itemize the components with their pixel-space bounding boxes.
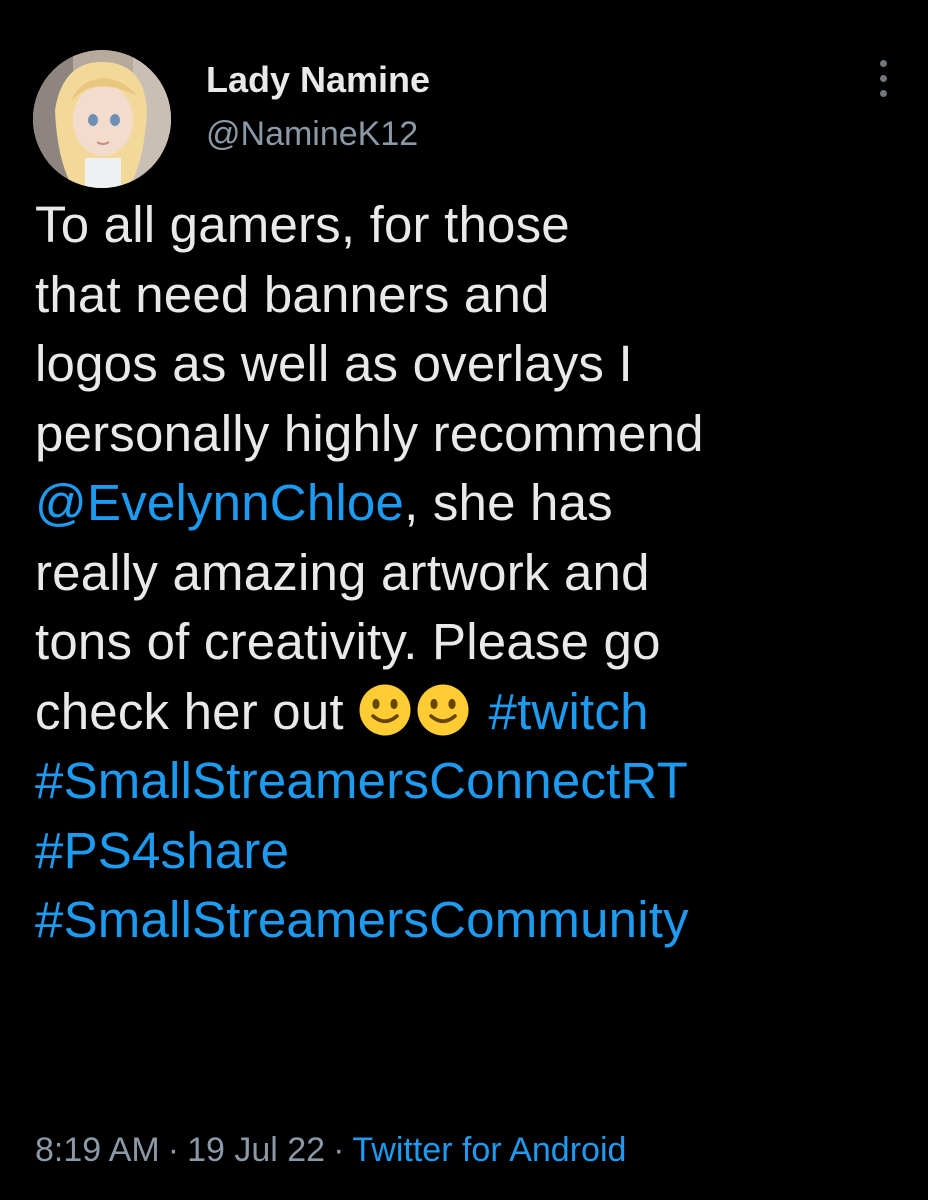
tweet-meta: 8:19 AM · 19 Jul 22 · Twitter for Android	[35, 1128, 626, 1172]
author-handle[interactable]: @NamineK12	[206, 112, 430, 156]
tweet-line: To all gamers, for those	[35, 196, 570, 253]
tweet-line: really amazing artwork and	[35, 543, 650, 601]
slightly-smiling-face-icon	[358, 683, 412, 737]
hashtag-link[interactable]: #SmallStreamersConnectRT	[35, 752, 688, 809]
author-display-name[interactable]: Lady Namine	[206, 58, 430, 102]
mention-link[interactable]: @EvelynnChloe	[35, 474, 404, 531]
tweet-line-text: , she has	[404, 474, 613, 531]
tweet-header: Lady Namine @NamineK12	[33, 50, 895, 188]
tweet-line: #SmallStreamersCommunity	[35, 885, 915, 955]
avatar[interactable]	[33, 50, 171, 188]
tweet-line: personally highly recommend	[35, 404, 704, 462]
tweet-line: @EvelynnChloe, she has	[35, 468, 915, 538]
tweet-time[interactable]: 8:19 AM	[35, 1131, 160, 1169]
slightly-smiling-face-icon	[416, 683, 470, 737]
tweet: Lady Namine @NamineK12 To all gamers, fo…	[0, 0, 928, 1200]
tweet-source-link[interactable]: Twitter for Android	[352, 1131, 626, 1169]
tweet-line: tons of creativity. Please go	[35, 613, 661, 670]
tweet-line: check her out #twitch	[35, 677, 915, 747]
tweet-line: #SmallStreamersConnectRT	[35, 746, 915, 816]
tweet-line-text: check her out	[35, 682, 359, 740]
tweet-date[interactable]: 19 Jul 22	[187, 1131, 325, 1169]
author-info: Lady Namine @NamineK12	[206, 58, 430, 156]
avatar-image	[33, 50, 171, 188]
hashtag-link[interactable]: #twitch	[489, 683, 649, 740]
tweet-line: that need banners and	[35, 265, 550, 323]
tweet-text: To all gamers, for those that need banne…	[35, 190, 915, 955]
tweet-line: logos as well as overlays I	[35, 335, 633, 392]
meta-separator: ·	[167, 1131, 180, 1169]
meta-separator: ·	[333, 1131, 345, 1169]
hashtag-link[interactable]: #PS4share	[35, 822, 289, 879]
more-vertical-icon[interactable]	[871, 60, 895, 106]
tweet-line: #PS4share	[35, 816, 915, 886]
hashtag-link[interactable]: #SmallStreamersCommunity	[35, 891, 689, 948]
